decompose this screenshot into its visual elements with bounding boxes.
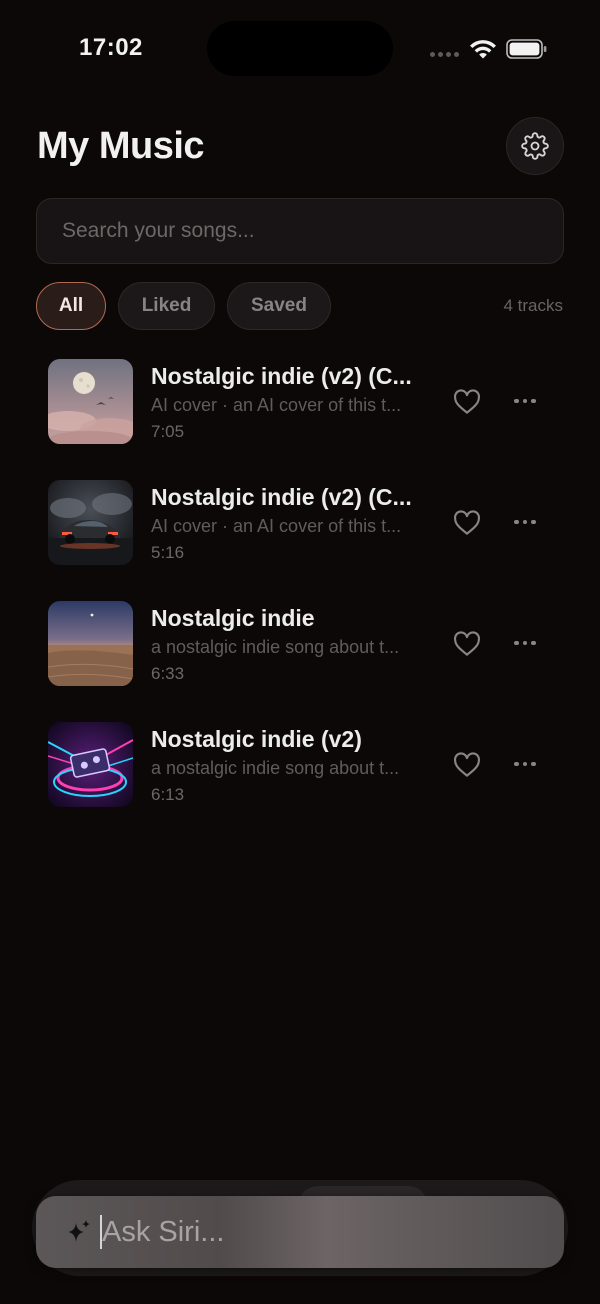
status-time: 17:02 [79, 34, 143, 61]
search-bar [36, 198, 564, 264]
track-row[interactable]: Nostalgic indie a nostalgic indie song a… [48, 601, 548, 687]
desert-dusk-art [48, 601, 133, 686]
track-subtitle: a nostalgic indie song about t... [151, 758, 400, 778]
battery-icon [506, 39, 547, 59]
dynamic-island [207, 21, 393, 76]
track-count: 4 tracks [503, 296, 563, 315]
track-title: Nostalgic indie [151, 605, 315, 631]
heart-icon[interactable] [452, 631, 482, 657]
track-subtitle: AI cover · an AI cover of this t... [151, 395, 402, 415]
track-subtitle: a nostalgic indie song about t... [151, 637, 400, 657]
track-duration: 7:05 [151, 422, 185, 441]
more-options-icon[interactable] [510, 635, 540, 651]
siri-input[interactable] [102, 1196, 542, 1268]
track-duration: 6:33 [151, 664, 185, 683]
neon-cassette-art [48, 722, 133, 807]
sparkle-icon [68, 1220, 90, 1242]
moon-clouds-art [48, 359, 133, 444]
track-duration: 6:13 [151, 785, 185, 804]
more-options-icon[interactable] [510, 393, 540, 409]
track-row[interactable]: Nostalgic indie (v2) (C... AI cover · an… [48, 480, 548, 566]
filter-saved[interactable]: Saved [227, 282, 331, 330]
heart-icon[interactable] [452, 752, 482, 778]
wifi-icon [470, 40, 496, 59]
more-options-icon[interactable] [510, 514, 540, 530]
track-title: Nostalgic indie (v2) (C... [151, 484, 412, 510]
search-input[interactable] [37, 199, 563, 263]
heart-icon[interactable] [452, 510, 482, 536]
sports-car-art [48, 480, 133, 565]
track-title: Nostalgic indie (v2) [151, 726, 362, 752]
filter-liked[interactable]: Liked [118, 282, 215, 330]
track-row[interactable]: Nostalgic indie (v2) a nostalgic indie s… [48, 722, 548, 808]
track-row[interactable]: Nostalgic indie (v2) (C... AI cover · an… [48, 359, 548, 445]
more-options-icon[interactable] [510, 756, 540, 772]
siri-bar [36, 1196, 564, 1268]
filter-all[interactable]: All [36, 282, 106, 330]
track-duration: 5:16 [151, 543, 185, 562]
settings-button[interactable] [506, 117, 564, 175]
page-title: My Music [37, 125, 205, 167]
track-subtitle: AI cover · an AI cover of this t... [151, 516, 402, 536]
gear-icon [521, 132, 549, 160]
track-title: Nostalgic indie (v2) (C... [151, 363, 412, 389]
music-app-screen: 17:02 My Music All Liked Saved 4 tracks [0, 0, 600, 1304]
cellular-signal-icon [430, 52, 459, 57]
heart-icon[interactable] [452, 389, 482, 415]
